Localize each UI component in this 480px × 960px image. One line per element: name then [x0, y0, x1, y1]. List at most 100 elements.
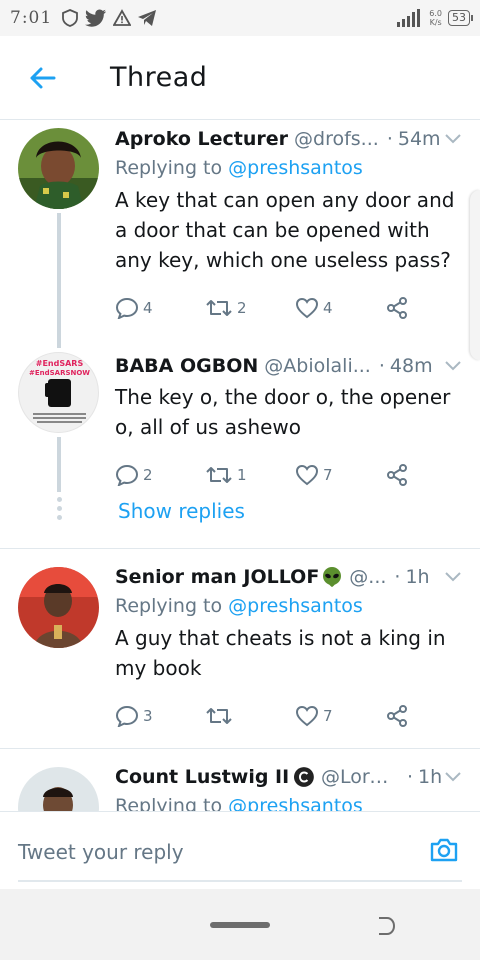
camera-button[interactable]: [428, 834, 460, 866]
tweet-count-lustwig[interactable]: Count Lustwig II @Lord... · 1h Replying …: [0, 759, 480, 811]
like-button[interactable]: 7: [295, 705, 385, 727]
tweet-baba-ogbon[interactable]: #EndSARS #EndSARSNOW BABA OGBON @Abiolal…: [0, 349, 480, 520]
chevron-down-icon: [445, 134, 461, 144]
shield-icon: [62, 9, 79, 27]
like-count: 7: [323, 707, 333, 725]
heart-icon: [295, 464, 319, 486]
replying-to: Replying to @preshsantos: [115, 595, 464, 617]
replying-to: Replying to @preshsantos: [115, 157, 464, 179]
author-handle[interactable]: @drofs...: [294, 128, 379, 150]
reply-count: 2: [143, 466, 153, 484]
like-button[interactable]: 7: [295, 464, 385, 486]
arrow-left-icon: [30, 67, 56, 88]
retweet-button[interactable]: 2: [205, 297, 295, 319]
tweet-actions: 4 2 4: [115, 293, 464, 323]
like-count: 7: [323, 466, 333, 484]
separator-dot: ·: [406, 766, 414, 788]
replying-mention[interactable]: @preshsantos: [228, 595, 363, 617]
page-title: Thread: [110, 62, 208, 93]
tweet-header: Senior man JOLLOF @... · 1h: [115, 563, 464, 591]
thread-connector: [57, 213, 61, 348]
alien-emoji-icon: [323, 567, 342, 587]
divider: [0, 548, 480, 549]
edge-panel-handle[interactable]: [470, 190, 480, 360]
tweet-text: A key that can open any door and a door …: [115, 188, 455, 272]
tweet-text: The key o, the door o, the opener o, all…: [115, 385, 451, 439]
retweet-button[interactable]: 1: [205, 464, 295, 486]
more-options-button[interactable]: [442, 566, 464, 588]
back-gesture-icon: [379, 917, 396, 935]
avatar[interactable]: [18, 567, 99, 648]
home-gesture-pill[interactable]: [210, 922, 270, 928]
tweet-time: 48m: [389, 355, 433, 377]
replying-mention[interactable]: @preshsantos: [228, 795, 363, 811]
retweet-button[interactable]: [205, 705, 295, 727]
avatar[interactable]: #EndSARS #EndSARSNOW: [18, 352, 99, 433]
avatar[interactable]: [18, 767, 99, 811]
tweet-header: Count Lustwig II @Lord... · 1h: [115, 763, 464, 791]
tweet-text: A guy that cheats is not a king in my bo…: [115, 626, 446, 680]
author-name[interactable]: Aproko Lecturer: [115, 128, 288, 150]
thread-feed[interactable]: Aproko Lecturer @drofs... · 54m Replying…: [0, 121, 480, 811]
reply-button[interactable]: 4: [115, 297, 205, 319]
retweet-icon: [206, 708, 232, 724]
status-left: 7:01: [10, 8, 157, 28]
tweet-time: 54m: [397, 128, 441, 150]
reply-button[interactable]: 3: [115, 705, 205, 727]
replying-to: Replying to @preshsantos: [115, 795, 464, 811]
reply-composer: Tweet your reply: [0, 811, 480, 889]
author-handle[interactable]: @Abiolali...: [264, 355, 371, 377]
share-button[interactable]: [385, 296, 409, 320]
notification-icons: [61, 9, 157, 27]
net-speed-unit: K/s: [429, 18, 442, 27]
replying-prefix: Replying to: [115, 795, 223, 811]
share-button[interactable]: [385, 463, 409, 487]
like-count: 4: [323, 299, 333, 317]
status-right: 6.0 K/s 53: [397, 9, 473, 27]
chevron-down-icon: [445, 572, 461, 582]
status-bar: 7:01 6.0 K/s 53: [0, 0, 480, 36]
reply-button[interactable]: 2: [115, 464, 205, 486]
heart-icon: [295, 705, 319, 727]
chevron-down-icon: [445, 772, 461, 782]
like-button[interactable]: 4: [295, 297, 385, 319]
top-app-bar: Thread: [0, 36, 480, 120]
reply-icon: [115, 705, 139, 727]
heart-icon: [295, 297, 319, 319]
avatar[interactable]: [18, 128, 99, 209]
author-handle[interactable]: @...: [349, 566, 386, 588]
copyright-icon: [294, 767, 315, 787]
net-speed: 6.0 K/s: [429, 9, 442, 27]
thread-dots: [55, 497, 63, 524]
tweet-actions: 3 7: [115, 701, 464, 731]
tweet-aproko-lecturer[interactable]: Aproko Lecturer @drofs... · 54m Replying…: [0, 121, 480, 348]
author-name[interactable]: BABA OGBON: [115, 355, 258, 377]
tweet-actions: 2 1 7: [115, 460, 464, 490]
battery-indicator: 53: [448, 10, 473, 26]
author-name[interactable]: Senior man JOLLOF: [115, 566, 319, 588]
more-options-button[interactable]: [442, 355, 464, 377]
back-gesture-button[interactable]: [374, 914, 398, 938]
more-options-button[interactable]: [442, 766, 464, 788]
separator-dot: ·: [378, 355, 385, 377]
retweet-icon: [206, 467, 232, 483]
reply-count: 3: [143, 707, 153, 725]
reply-input[interactable]: Tweet your reply: [18, 832, 462, 882]
replying-prefix: Replying to: [115, 157, 223, 179]
tweet-senior-man-jollof[interactable]: Senior man JOLLOF @... · 1h Replying to …: [0, 559, 480, 749]
separator-dot: ·: [386, 128, 393, 150]
more-options-button[interactable]: [442, 128, 464, 150]
retweet-count: 1: [237, 466, 247, 484]
back-button[interactable]: [0, 36, 84, 120]
author-name[interactable]: Count Lustwig II: [115, 766, 289, 788]
signal-icon: [397, 9, 421, 27]
author-handle[interactable]: @Lord...: [321, 766, 399, 788]
share-button[interactable]: [385, 704, 409, 728]
replying-mention[interactable]: @preshsantos: [228, 157, 363, 179]
net-speed-value: 6.0: [429, 9, 442, 18]
tweet-body: BABA OGBON @Abiolali... · 48m The key o,…: [115, 352, 464, 490]
separator-dot: ·: [394, 566, 401, 588]
warning-icon: [113, 9, 132, 26]
status-time: 7:01: [10, 8, 53, 28]
show-replies-link[interactable]: Show replies: [118, 499, 245, 523]
